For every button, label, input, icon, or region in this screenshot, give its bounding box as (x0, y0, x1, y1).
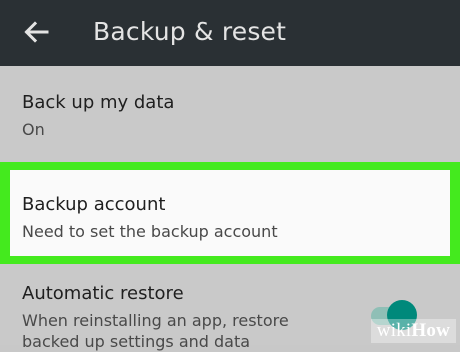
preference-title: Automatic restore (22, 283, 184, 304)
preference-summary-line-1: When reinstalling an app, restore (22, 311, 289, 330)
wikihow-watermark: wikiHow (370, 319, 456, 343)
preference-back-up-my-data[interactable]: Back up my data On (0, 66, 460, 154)
preference-title: Back up my data (22, 92, 175, 113)
highlight-frame: Backup account Need to set the backup ac… (0, 162, 460, 264)
watermark-prefix: wiki (376, 320, 412, 341)
page-title: Backup & reset (93, 17, 287, 46)
watermark-suffix: How (411, 320, 450, 341)
preference-title: Backup account (22, 194, 166, 215)
arrow-back-icon[interactable] (22, 18, 50, 46)
preference-summary-line-2: backed up settings and data (22, 332, 251, 351)
preference-summary: Need to set the backup account (22, 222, 278, 241)
app-bar: Backup & reset (0, 0, 460, 66)
preference-backup-account[interactable]: Backup account Need to set the backup ac… (10, 170, 450, 256)
preference-summary: On (22, 120, 45, 139)
